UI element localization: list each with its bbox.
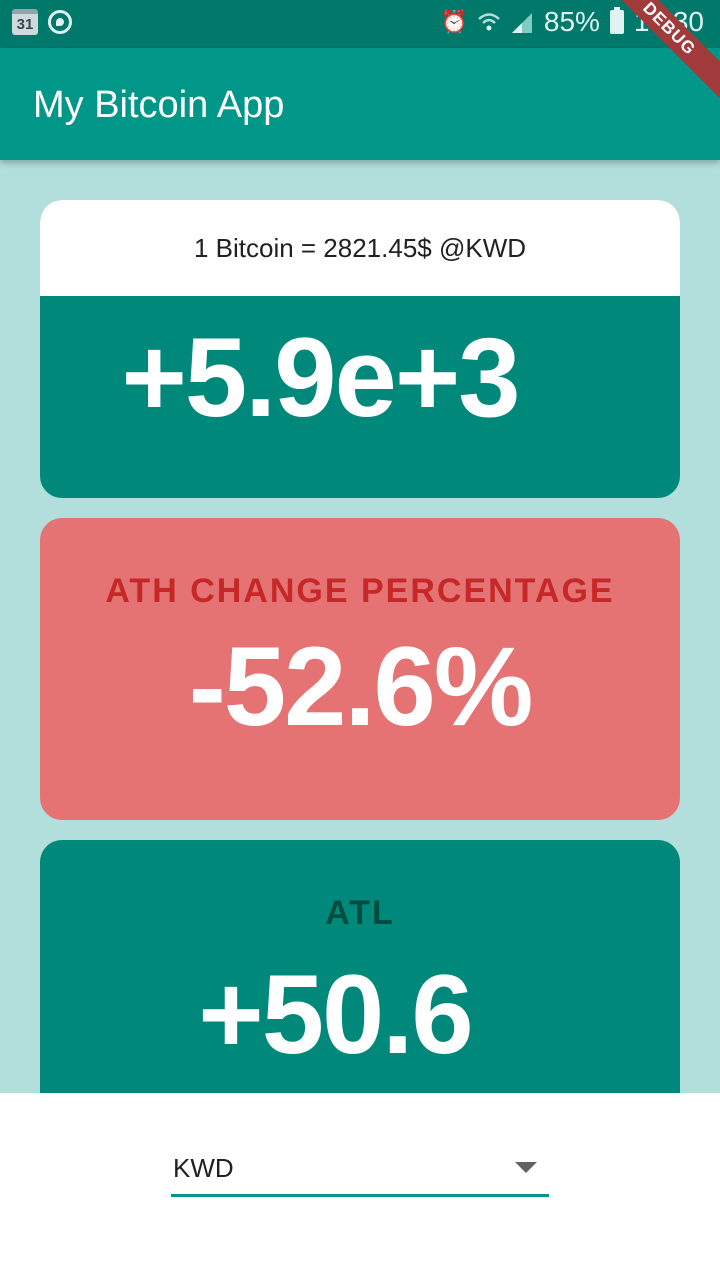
rate-header: 1 Bitcoin = 2821.45$ @KWD [40, 200, 680, 296]
chevron-down-icon[interactable] [515, 1162, 537, 1173]
wifi-icon [478, 13, 500, 31]
app-bar: My Bitcoin App [0, 48, 720, 160]
currency-selected-value: KWD [173, 1153, 234, 1183]
battery-percent: 85% [543, 6, 600, 37]
status-bar: 31 ⏰ 85% 16:30 [0, 0, 720, 48]
rate-card: 1 Bitcoin = 2821.45$ @KWD +5.9e+3 [40, 200, 680, 498]
alarm-icon: ⏰ [440, 9, 468, 34]
atl-value: +50.6 [198, 952, 473, 1077]
currency-dropdown[interactable]: KWD [171, 1145, 549, 1197]
signal-icon [511, 13, 532, 33]
atl-label: ATL [325, 894, 395, 932]
ath-change-label: ATH CHANGE PERCENTAGE [105, 572, 615, 610]
ath-change-card: ATH CHANGE PERCENTAGE -52.6% [40, 518, 680, 820]
whatsapp-icon [48, 10, 72, 34]
ath-change-value: -52.6% [188, 624, 534, 749]
app-title: My Bitcoin App [33, 84, 285, 126]
rate-value: +5.9e+3 [121, 315, 520, 440]
battery-icon [609, 7, 624, 34]
calendar-icon: 31 [12, 9, 38, 35]
notification-icons: 31 [12, 9, 72, 35]
calendar-day: 31 [16, 16, 34, 33]
currency-panel: KWD [0, 1093, 720, 1280]
